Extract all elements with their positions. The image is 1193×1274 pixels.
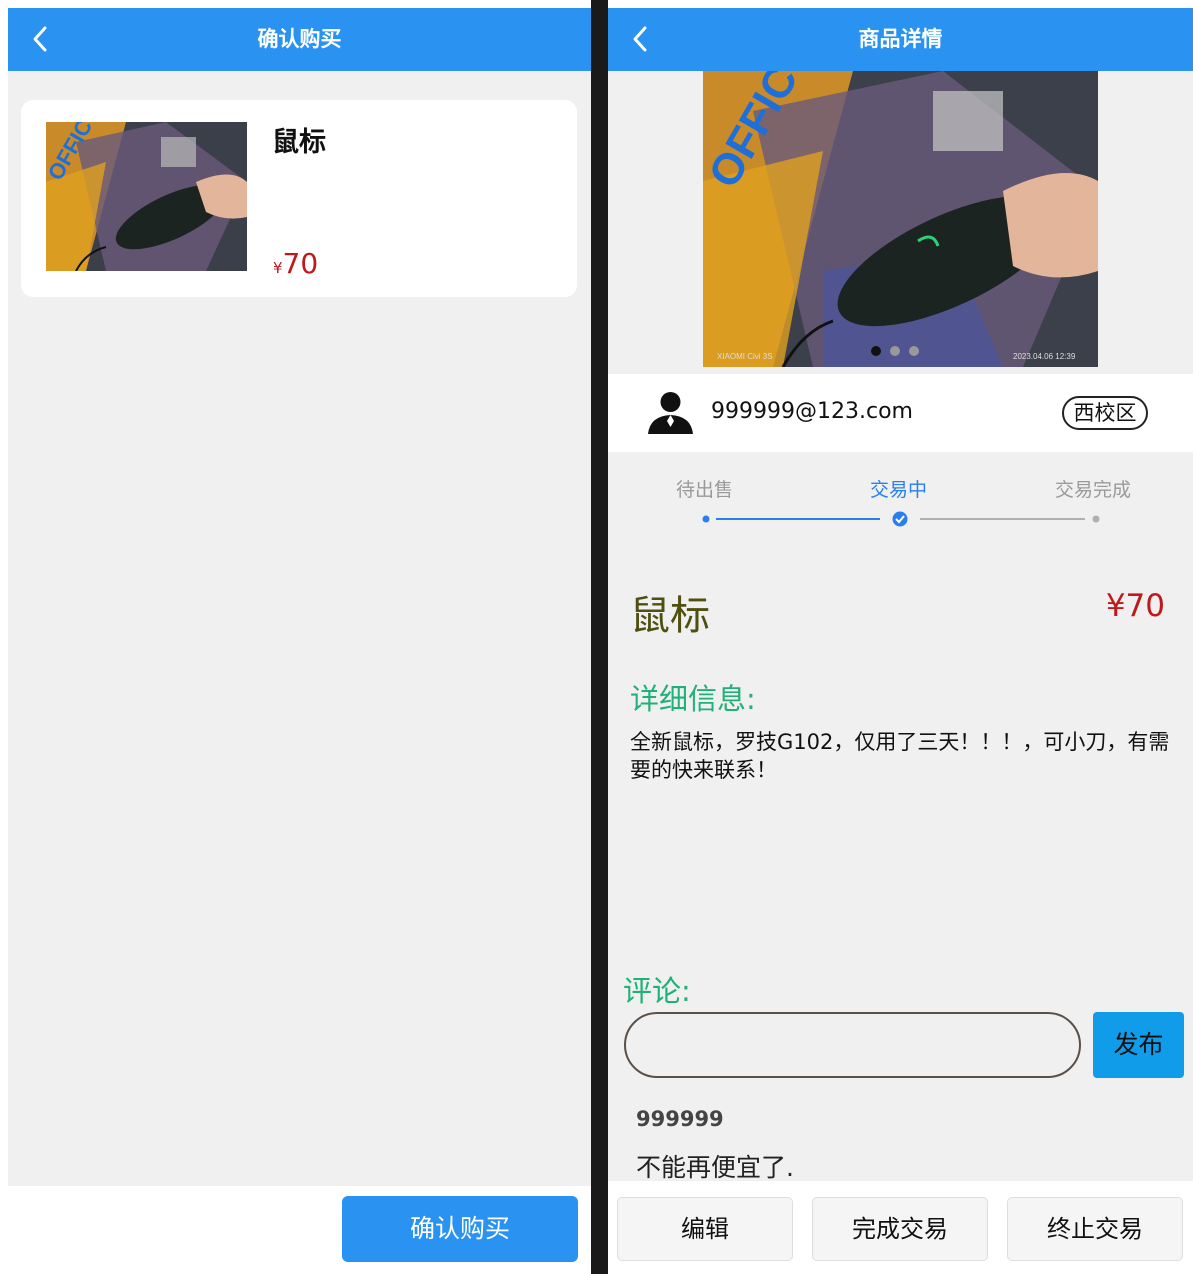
confirm-purchase-screen: 确认购买 OFFIC 鼠标 ¥70 确认购买 — [8, 8, 591, 1274]
detail-description: 全新鼠标，罗技G102，仅用了三天！！！，可小刀，有需要的快来联系！ — [630, 730, 1170, 782]
product-name: 鼠标 — [630, 593, 710, 639]
product-price: ¥70 — [1105, 588, 1165, 624]
step-check-icon — [892, 511, 908, 527]
bottom-bar: 确认购买 — [8, 1186, 591, 1274]
product-detail-screen: 商品详情 OFFIC XIAOMI Civi 3S 2023.04.06 12:… — [608, 8, 1193, 1274]
comment-text: 不能再便宜了. — [636, 1153, 794, 1182]
step-dot-complete — [1092, 515, 1100, 523]
product-name: 鼠标 — [272, 127, 326, 158]
user-avatar-icon — [648, 392, 693, 434]
product-price: ¥70 — [273, 247, 318, 280]
product-thumbnail: OFFIC — [46, 122, 247, 271]
page-title: 确认购买 — [257, 27, 342, 51]
campus-badge: 西校区 — [1062, 396, 1148, 430]
price-value: 70 — [282, 247, 319, 280]
edit-button[interactable]: 编辑 — [617, 1197, 793, 1261]
step-label-trading: 交易中 — [870, 479, 928, 501]
image-carousel[interactable]: OFFIC XIAOMI Civi 3S 2023.04.06 12:39 — [703, 71, 1098, 367]
carousel-dot[interactable] — [909, 346, 919, 356]
step-dot-pending — [702, 515, 710, 523]
page-title: 商品详情 — [858, 27, 943, 51]
detail-heading: 详细信息: — [630, 682, 756, 716]
price-currency: ¥ — [273, 259, 283, 277]
product-photo: OFFIC XIAOMI Civi 3S 2023.04.06 12:39 — [703, 71, 1098, 367]
top-navbar: 商品详情 — [608, 8, 1193, 71]
top-navbar: 确认购买 — [8, 8, 591, 71]
carousel-dot[interactable] — [871, 346, 881, 356]
terminate-trade-button[interactable]: 终止交易 — [1007, 1197, 1183, 1261]
screen-divider — [591, 0, 608, 1274]
carousel-dots[interactable] — [871, 341, 928, 360]
svg-text:2023.04.06 12:39: 2023.04.06 12:39 — [1013, 352, 1076, 361]
complete-trade-button[interactable]: 完成交易 — [812, 1197, 988, 1261]
post-comment-button[interactable]: 发布 — [1093, 1012, 1184, 1078]
progress-steps — [702, 511, 1100, 527]
carousel-dot[interactable] — [890, 346, 900, 356]
svg-text:XIAOMI Civi 3S: XIAOMI Civi 3S — [717, 352, 773, 361]
action-bar: 编辑 完成交易 终止交易 — [608, 1181, 1193, 1274]
seller-email: 999999@123.com — [711, 399, 913, 424]
seller-info: 999999@123.com 西校区 — [608, 374, 1193, 452]
confirm-purchase-button[interactable]: 确认购买 — [342, 1196, 578, 1262]
step-label-pending: 待出售 — [676, 479, 734, 501]
step-label-complete: 交易完成 — [1055, 479, 1132, 501]
comment-heading: 评论: — [623, 974, 691, 1008]
comment-input[interactable] — [624, 1012, 1081, 1078]
product-card[interactable]: OFFIC 鼠标 ¥70 — [21, 100, 577, 297]
comment-username: 999999 — [636, 1107, 724, 1131]
